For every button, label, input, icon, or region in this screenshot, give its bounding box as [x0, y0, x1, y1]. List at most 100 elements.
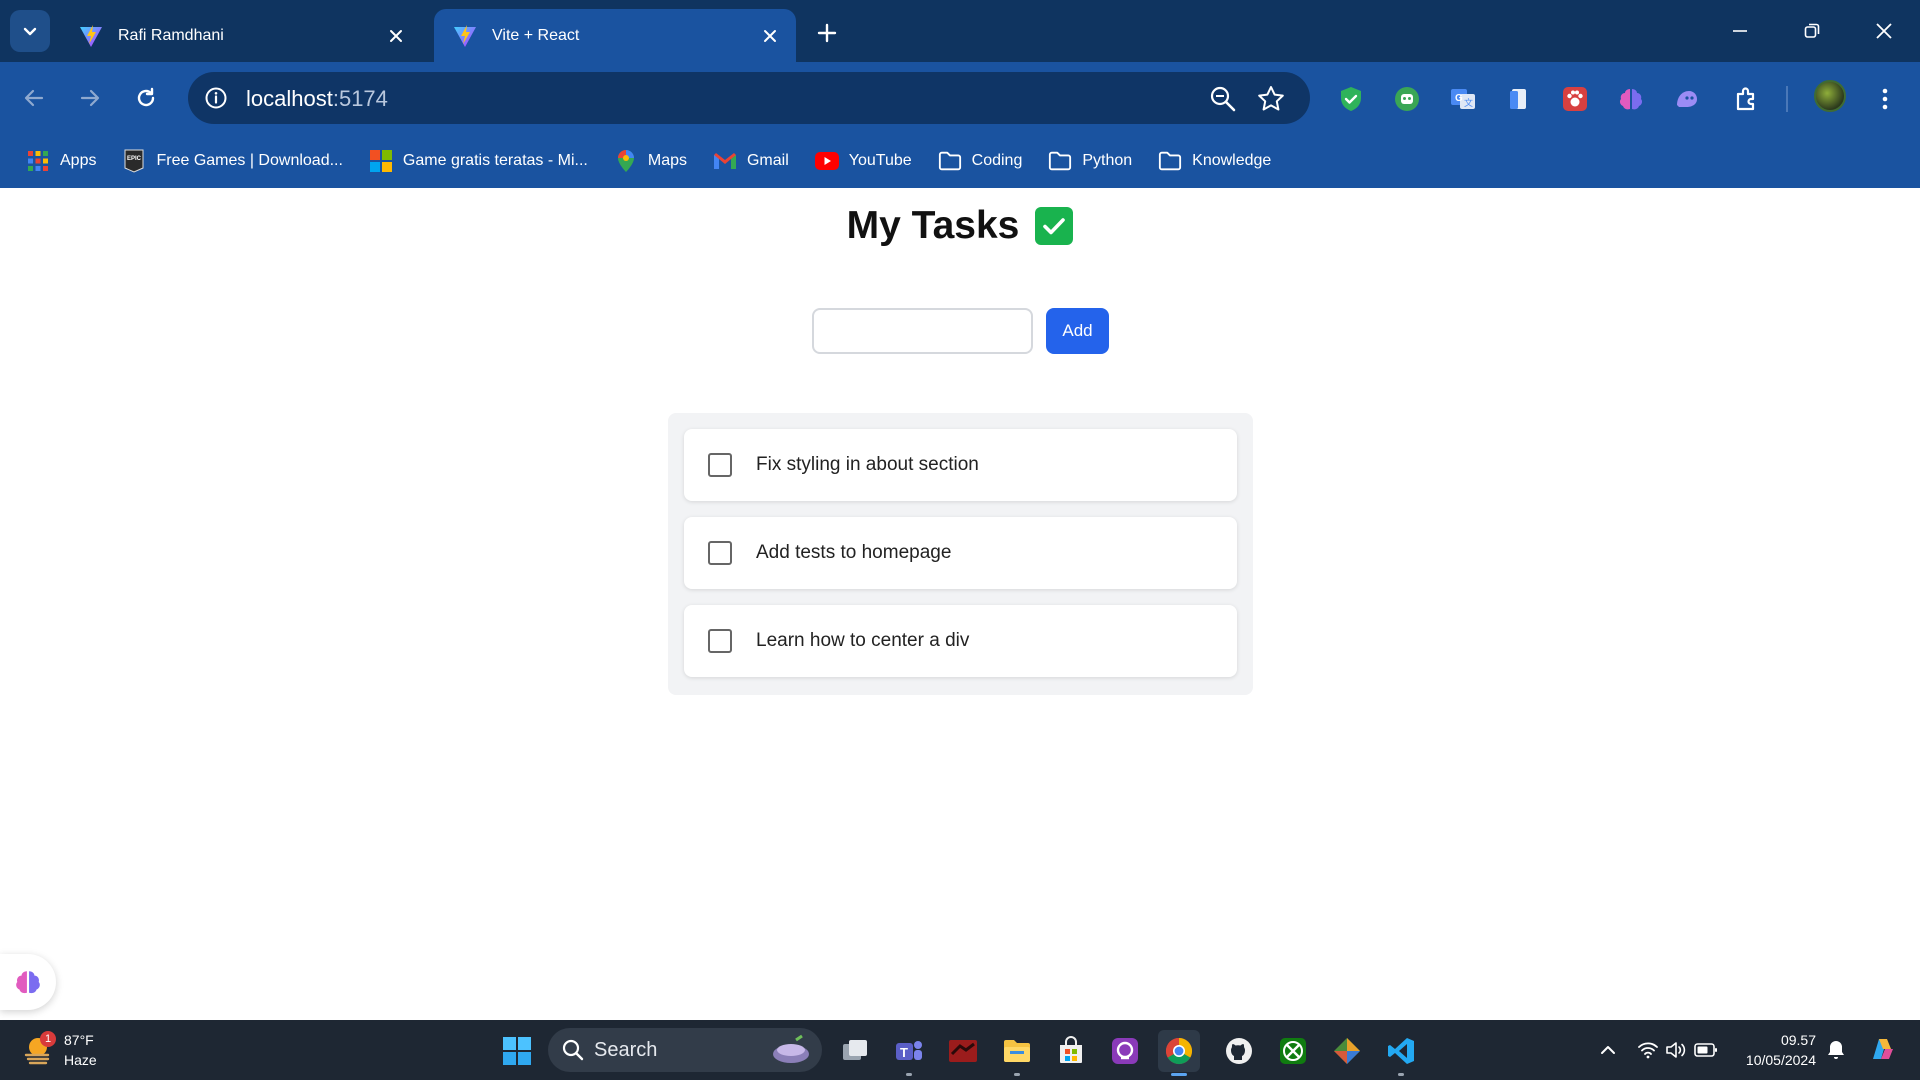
task-item: Learn how to center a div: [684, 605, 1237, 677]
windows-logo-icon: [503, 1037, 531, 1065]
git-diamond-icon: [1334, 1038, 1360, 1064]
task-checkbox[interactable]: [708, 629, 732, 653]
microsoft-store-app[interactable]: [1050, 1030, 1092, 1072]
weather-widget[interactable]: 1 87°F Haze: [22, 1030, 97, 1070]
bookmark-folder-knowledge[interactable]: Knowledge: [1150, 142, 1279, 180]
teams-app[interactable]: T: [888, 1030, 930, 1076]
url-host: localhost: [246, 86, 333, 111]
bookmark-folder-python[interactable]: Python: [1040, 142, 1140, 180]
github-app[interactable]: [1218, 1030, 1260, 1072]
clock-date: 10/05/2024: [1745, 1052, 1816, 1068]
task-checkbox[interactable]: [708, 453, 732, 477]
task-view-button[interactable]: [834, 1030, 876, 1072]
minimize-icon: [1733, 30, 1747, 32]
task-text: Add tests to homepage: [756, 542, 952, 563]
minimize-button[interactable]: [1718, 12, 1762, 50]
taskbar-search[interactable]: Search: [548, 1028, 822, 1072]
close-icon: [390, 29, 402, 42]
tab-rafi-ramdhani[interactable]: Rafi Ramdhani: [60, 9, 422, 62]
ghost-extension-icon[interactable]: [1670, 82, 1704, 116]
task-list: Fix styling in about section Add tests t…: [668, 413, 1253, 695]
purple-app[interactable]: [1104, 1030, 1146, 1072]
extensions-button[interactable]: [1730, 82, 1764, 116]
show-hidden-icons-button[interactable]: [1594, 1036, 1622, 1064]
browser-menu-button[interactable]: [1870, 82, 1900, 116]
title-row: My Tasks: [0, 204, 1920, 248]
add-task-button[interactable]: Add: [1046, 308, 1109, 354]
maps-icon: [614, 149, 638, 173]
svg-text:EPIC: EPIC: [127, 156, 142, 162]
tab-close-button[interactable]: [382, 22, 410, 50]
bookmark-apps[interactable]: Apps: [18, 142, 104, 180]
wifi-status[interactable]: [1634, 1036, 1662, 1064]
volume-status[interactable]: [1662, 1036, 1690, 1064]
tab-search-button[interactable]: [10, 10, 50, 52]
bookmark-folder-coding[interactable]: Coding: [930, 142, 1031, 180]
brain-extension-icon[interactable]: [1614, 82, 1648, 116]
forward-button[interactable]: [70, 78, 110, 118]
address-bar[interactable]: localhost:5174: [188, 72, 1310, 124]
bookmark-star-icon[interactable]: [1256, 84, 1286, 114]
bookmark-gmail[interactable]: Gmail: [705, 142, 797, 180]
tab-title: Rafi Ramdhani: [118, 26, 224, 44]
folder-icon: [1048, 149, 1072, 173]
chrome-app[interactable]: [1158, 1030, 1200, 1076]
tab-title: Vite + React: [492, 26, 580, 44]
restore-button[interactable]: [1790, 12, 1834, 50]
search-label: Search: [594, 1038, 658, 1061]
profile-avatar[interactable]: [1814, 80, 1846, 112]
vscode-icon: [1388, 1038, 1414, 1064]
microsoft-store-icon: [369, 149, 393, 173]
floating-brain-button[interactable]: [0, 954, 56, 1010]
active-indicator: [1171, 1073, 1187, 1076]
tab-close-button[interactable]: [756, 22, 784, 50]
bookmark-maps[interactable]: Maps: [606, 142, 695, 180]
task-input[interactable]: [812, 308, 1033, 354]
bookmark-label: Game gratis teratas - Mi...: [402, 152, 588, 169]
xbox-app[interactable]: [1272, 1030, 1314, 1072]
bookmark-label: Coding: [971, 152, 1023, 169]
reload-button[interactable]: [126, 78, 166, 118]
battery-icon: [1694, 1043, 1717, 1057]
weather-badge: 1: [40, 1031, 56, 1047]
task-checkbox[interactable]: [708, 541, 732, 565]
bookmark-youtube[interactable]: YouTube: [807, 142, 920, 180]
shield-icon: [1341, 87, 1361, 111]
wifi-icon: [1638, 1042, 1658, 1059]
info-icon: [205, 87, 227, 109]
site-info-button[interactable]: [200, 82, 232, 114]
notifications-button[interactable]: [1822, 1036, 1850, 1064]
toolbar-divider: [1786, 86, 1788, 112]
chevron-down-icon: [23, 27, 37, 36]
brain-icon: [16, 971, 40, 994]
reload-icon: [137, 87, 155, 107]
bookmark-microsoft-games[interactable]: Game gratis teratas - Mi...: [361, 142, 596, 180]
zoom-icon[interactable]: [1208, 84, 1238, 114]
game-app[interactable]: [942, 1030, 984, 1072]
purple-app-icon: [1112, 1038, 1138, 1064]
robot-extension-icon[interactable]: [1390, 82, 1424, 116]
copilot-button[interactable]: [1864, 1032, 1900, 1068]
robot-icon: [1395, 87, 1419, 111]
weather-text: 87°F Haze: [64, 1030, 97, 1070]
vscode-app[interactable]: [1380, 1030, 1422, 1076]
translate-extension-icon[interactable]: G文: [1446, 82, 1480, 116]
new-tab-button[interactable]: [810, 16, 844, 50]
git-app[interactable]: [1326, 1030, 1368, 1072]
back-button[interactable]: [14, 78, 54, 118]
weather-condition: Haze: [64, 1052, 97, 1068]
start-button[interactable]: [496, 1030, 538, 1072]
chevron-up-icon: [1601, 1046, 1615, 1054]
url-text: localhost:5174: [246, 86, 388, 112]
battery-status[interactable]: [1692, 1036, 1720, 1064]
paw-extension-icon[interactable]: [1558, 82, 1592, 116]
system-clock[interactable]: 09.57 10/05/2024: [1736, 1030, 1816, 1070]
document-extension-icon[interactable]: [1502, 82, 1536, 116]
weather-temp: 87°F: [64, 1032, 94, 1048]
bookmark-epic-games[interactable]: EPIC Free Games | Download...: [114, 142, 350, 180]
chrome-icon: [1165, 1037, 1193, 1065]
close-window-button[interactable]: [1862, 12, 1906, 50]
shield-extension-icon[interactable]: [1334, 82, 1368, 116]
tab-vite-react[interactable]: Vite + React: [434, 9, 796, 62]
file-explorer-app[interactable]: [996, 1030, 1038, 1076]
